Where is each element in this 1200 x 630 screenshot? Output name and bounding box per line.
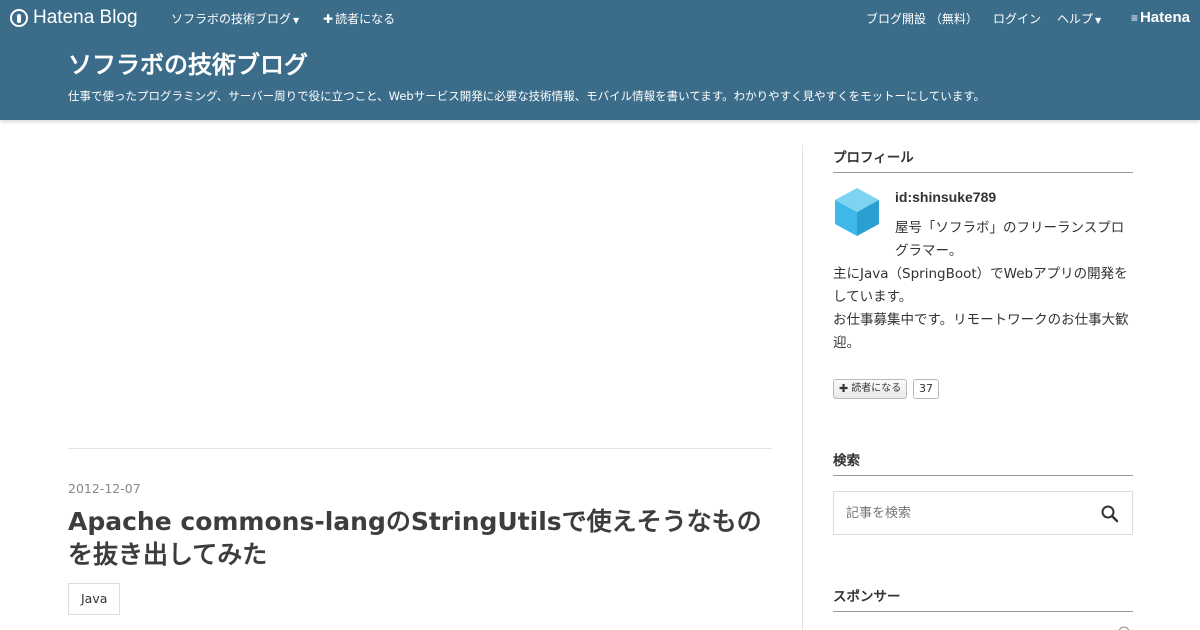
blog-menu-link[interactable]: ソフラボの技術ブログ ▼	[171, 10, 299, 27]
search-input[interactable]	[834, 492, 1084, 534]
plus-icon: ✚	[839, 382, 849, 395]
subscribe-button[interactable]: ✚ 読者になる	[833, 379, 908, 399]
search-icon	[1101, 505, 1119, 523]
open-blog-link[interactable]: ブログ開設 （無料）	[866, 10, 978, 27]
column-divider	[802, 145, 803, 630]
hatena-label: Hatena	[1139, 9, 1190, 26]
sponsor-heading: スポンサー	[833, 585, 1133, 612]
profile-intro: 主にJava（SpringBoot）でWebアプリの開発をしています。 お仕事募…	[833, 263, 1133, 355]
search-form	[833, 491, 1133, 535]
blog-description: 仕事で使ったプログラミング、サーバー周りで役に立つこと、Webサービス開発に必要…	[68, 89, 986, 103]
subscribe-button-label: 読者になる	[851, 383, 902, 394]
global-header: Hatena Blog ソフラボの技術ブログ ▼ ✚ 読者になる ブログ開設 （無料…	[0, 0, 1200, 36]
blog-menu-label: ソフラボの技術ブログ	[171, 12, 292, 26]
search-heading: 検索	[833, 449, 1133, 476]
caret-down-icon: ▼	[293, 16, 300, 25]
subscribe-label: 読者になる	[335, 12, 396, 26]
ad-choices-icon[interactable]	[1118, 626, 1130, 630]
plus-icon: ✚	[323, 12, 334, 26]
hatena-blog-brand[interactable]: Hatena Blog	[10, 6, 138, 30]
brand-label: Hatena Blog	[33, 7, 138, 28]
blog-title[interactable]: ソフラボの技術ブログ	[68, 45, 308, 80]
subscribe-link[interactable]: ✚ 読者になる	[323, 10, 395, 27]
category-tag[interactable]: Java	[68, 583, 121, 615]
caret-down-icon: ▼	[1095, 16, 1102, 25]
hatena-blog-logo-icon	[10, 9, 28, 27]
profile-intro-line: お仕事募集中です。リモートワークのお仕事大歓迎。	[833, 312, 1129, 351]
blog-header: ソフラボの技術ブログ 仕事で使ったプログラミング、サーバー周りで役に立つこと、W…	[0, 36, 1200, 120]
profile-intro-line: 主にJava（SpringBoot）でWebアプリの開発をしています。	[833, 266, 1128, 305]
help-label: ヘルプ	[1057, 12, 1094, 26]
hatena-logo[interactable]: ≡ Hatena	[1131, 9, 1190, 26]
post-date[interactable]: 2012-12-07	[68, 481, 141, 496]
avatar[interactable]	[833, 186, 881, 238]
profile-heading: プロフィール	[833, 146, 1133, 173]
search-button[interactable]	[1100, 504, 1120, 524]
help-menu-link[interactable]: ヘルプ ▼	[1057, 10, 1101, 27]
login-link[interactable]: ログイン	[993, 10, 1041, 27]
profile-user-id[interactable]: id:shinsuke789	[895, 189, 996, 205]
ad-space	[68, 140, 772, 440]
hatena-mark-icon: ≡	[1130, 10, 1138, 25]
post-title[interactable]: Apache commons-langのStringUtilsで使えそうなものを…	[68, 505, 772, 571]
divider	[68, 448, 772, 449]
profile-intro-line: 屋号「ソフラボ」のフリーランスプログラマー。	[895, 220, 1125, 259]
reader-count[interactable]: 37	[913, 379, 939, 399]
